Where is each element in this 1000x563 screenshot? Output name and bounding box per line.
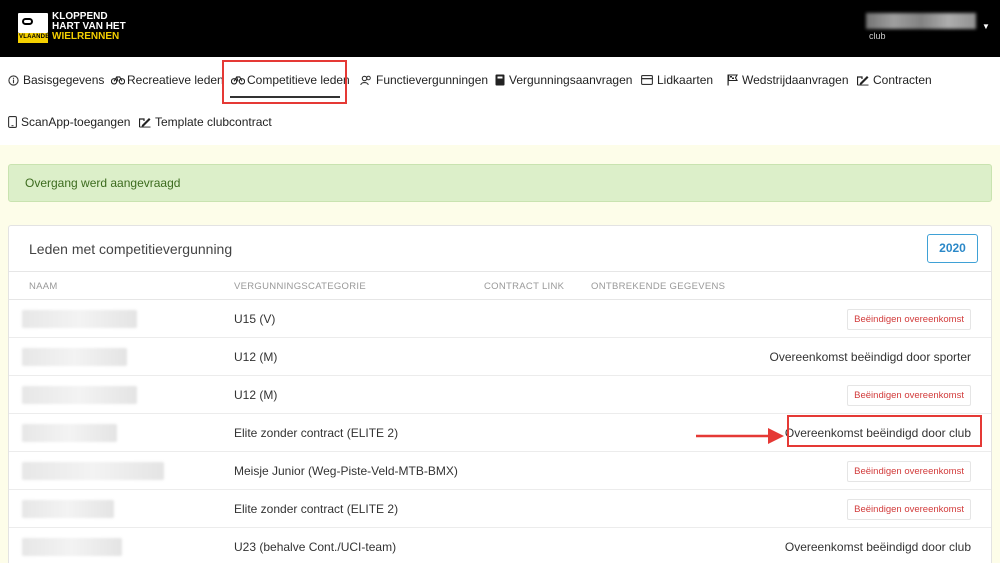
year-select-button[interactable]: 2020: [927, 234, 978, 263]
table-row: U15 (V) Beëindigen overeenkomst: [9, 300, 991, 338]
member-name-redacted[interactable]: [22, 310, 137, 328]
tab-label: ScanApp-toegangen: [21, 115, 131, 129]
tab-label: Contracten: [873, 73, 932, 87]
alert-message: Overgang werd aangevraagd: [25, 176, 181, 190]
tab-template-clubcontract[interactable]: Template clubcontract: [139, 113, 272, 131]
tab-label: Recreatieve leden: [127, 73, 224, 87]
user-role: club: [869, 31, 886, 41]
tab-vergunningsaanvragen[interactable]: Vergunningsaanvragen: [495, 71, 632, 89]
user-name-redacted: [866, 13, 976, 29]
brand-text: KLOPPEND HART VAN HET WIELRENNEN: [52, 12, 132, 42]
table-row: U23 (behalve Cont./UCI-team) Overeenkoms…: [9, 528, 991, 563]
tab-recreatieve-leden[interactable]: Recreatieve leden: [111, 71, 224, 89]
members-card: Leden met competitievergunning 2020 NAAM…: [8, 225, 992, 563]
book-icon: [495, 74, 505, 86]
license-category: U15 (V): [234, 312, 276, 326]
tab-label: Wedstrijdaanvragen: [742, 73, 849, 87]
member-name-redacted[interactable]: [22, 386, 137, 404]
tab-label: Basisgegevens: [23, 73, 105, 87]
tab-basisgegevens[interactable]: Basisgegevens: [8, 71, 104, 89]
card-icon: [641, 75, 653, 85]
brand-logo[interactable]: VLAANDEREN KLOPPEND HART VAN HET WIELREN…: [18, 12, 126, 43]
highlight-box-status: [787, 415, 982, 447]
license-category: Elite zonder contract (ELITE 2): [234, 426, 399, 440]
license-category: U12 (M): [234, 350, 278, 364]
chevron-down-icon[interactable]: ▼: [982, 22, 990, 31]
table-row: Elite zonder contract (ELITE 2) Beëindig…: [9, 490, 991, 528]
column-header-contract-link[interactable]: CONTRACT LINK: [484, 281, 564, 292]
highlight-box-active-tab: [222, 60, 347, 104]
success-alert: Overgang werd aangevraagd: [8, 164, 992, 202]
agreement-status: Overeenkomst beëindigd door sporter: [769, 350, 971, 364]
member-name-redacted[interactable]: [22, 348, 127, 366]
users-icon: [360, 75, 371, 85]
column-header-ontbrekende-gegevens[interactable]: ONTBREKENDE GEGEVENS: [591, 281, 725, 292]
column-header-naam[interactable]: NAAM: [29, 281, 58, 292]
table-row: Meisje Junior (Weg-Piste-Veld-MTB-BMX) B…: [9, 452, 991, 490]
signature-icon: [857, 76, 869, 86]
brand-line-3: WIELRENNEN: [52, 31, 120, 42]
tab-lidkaarten[interactable]: Lidkaarten: [641, 71, 713, 89]
member-name-redacted[interactable]: [22, 424, 117, 442]
member-name-redacted[interactable]: [22, 462, 164, 480]
column-header-vergunningscategorie[interactable]: VERGUNNINGSCATEGORIE: [234, 281, 366, 292]
flag-icon: [727, 74, 738, 86]
member-name-redacted[interactable]: [22, 538, 122, 556]
tab-label: Template clubcontract: [155, 115, 272, 129]
end-agreement-button[interactable]: Beëindigen overeenkomst: [847, 499, 971, 520]
tab-label: Functievergunningen: [376, 73, 489, 87]
user-menu[interactable]: club ▼: [866, 13, 990, 43]
end-agreement-button[interactable]: Beëindigen overeenkomst: [847, 309, 971, 330]
tab-label: Lidkaarten: [657, 73, 714, 87]
signature-icon: [139, 118, 151, 128]
phone-icon: [8, 116, 17, 128]
bicycle-icon: [111, 76, 125, 85]
tab-functievergunningen[interactable]: Functievergunningen: [360, 71, 488, 89]
license-category: Elite zonder contract (ELITE 2): [234, 502, 399, 516]
tab-label: Vergunningsaanvragen: [509, 73, 633, 87]
cycling-badge-icon: VLAANDEREN: [18, 13, 62, 43]
license-category: U12 (M): [234, 388, 278, 402]
table-row: U12 (M) Beëindigen overeenkomst: [9, 376, 991, 414]
arrow-right-icon: [696, 428, 784, 444]
member-name-redacted[interactable]: [22, 500, 114, 518]
license-category: Meisje Junior (Weg-Piste-Veld-MTB-BMX): [234, 464, 458, 478]
info-circle-icon: [8, 74, 19, 86]
tab-contracten[interactable]: Contracten: [857, 71, 932, 89]
tab-scanapp-toegangen[interactable]: ScanApp-toegangen: [8, 113, 130, 131]
agreement-status: Overeenkomst beëindigd door club: [784, 540, 971, 554]
end-agreement-button[interactable]: Beëindigen overeenkomst: [847, 385, 971, 406]
license-category: U23 (behalve Cont./UCI-team): [234, 540, 397, 554]
table-header: NAAM VERGUNNINGSCATEGORIE CONTRACT LINK …: [9, 271, 991, 300]
top-bar: VLAANDEREN KLOPPEND HART VAN HET WIELREN…: [0, 0, 1000, 57]
table-row: U12 (M) Overeenkomst beëindigd door spor…: [9, 338, 991, 376]
end-agreement-button[interactable]: Beëindigen overeenkomst: [847, 461, 971, 482]
tab-wedstrijdaanvragen[interactable]: Wedstrijdaanvragen: [727, 71, 849, 89]
card-title: Leden met competitievergunning: [29, 241, 233, 257]
